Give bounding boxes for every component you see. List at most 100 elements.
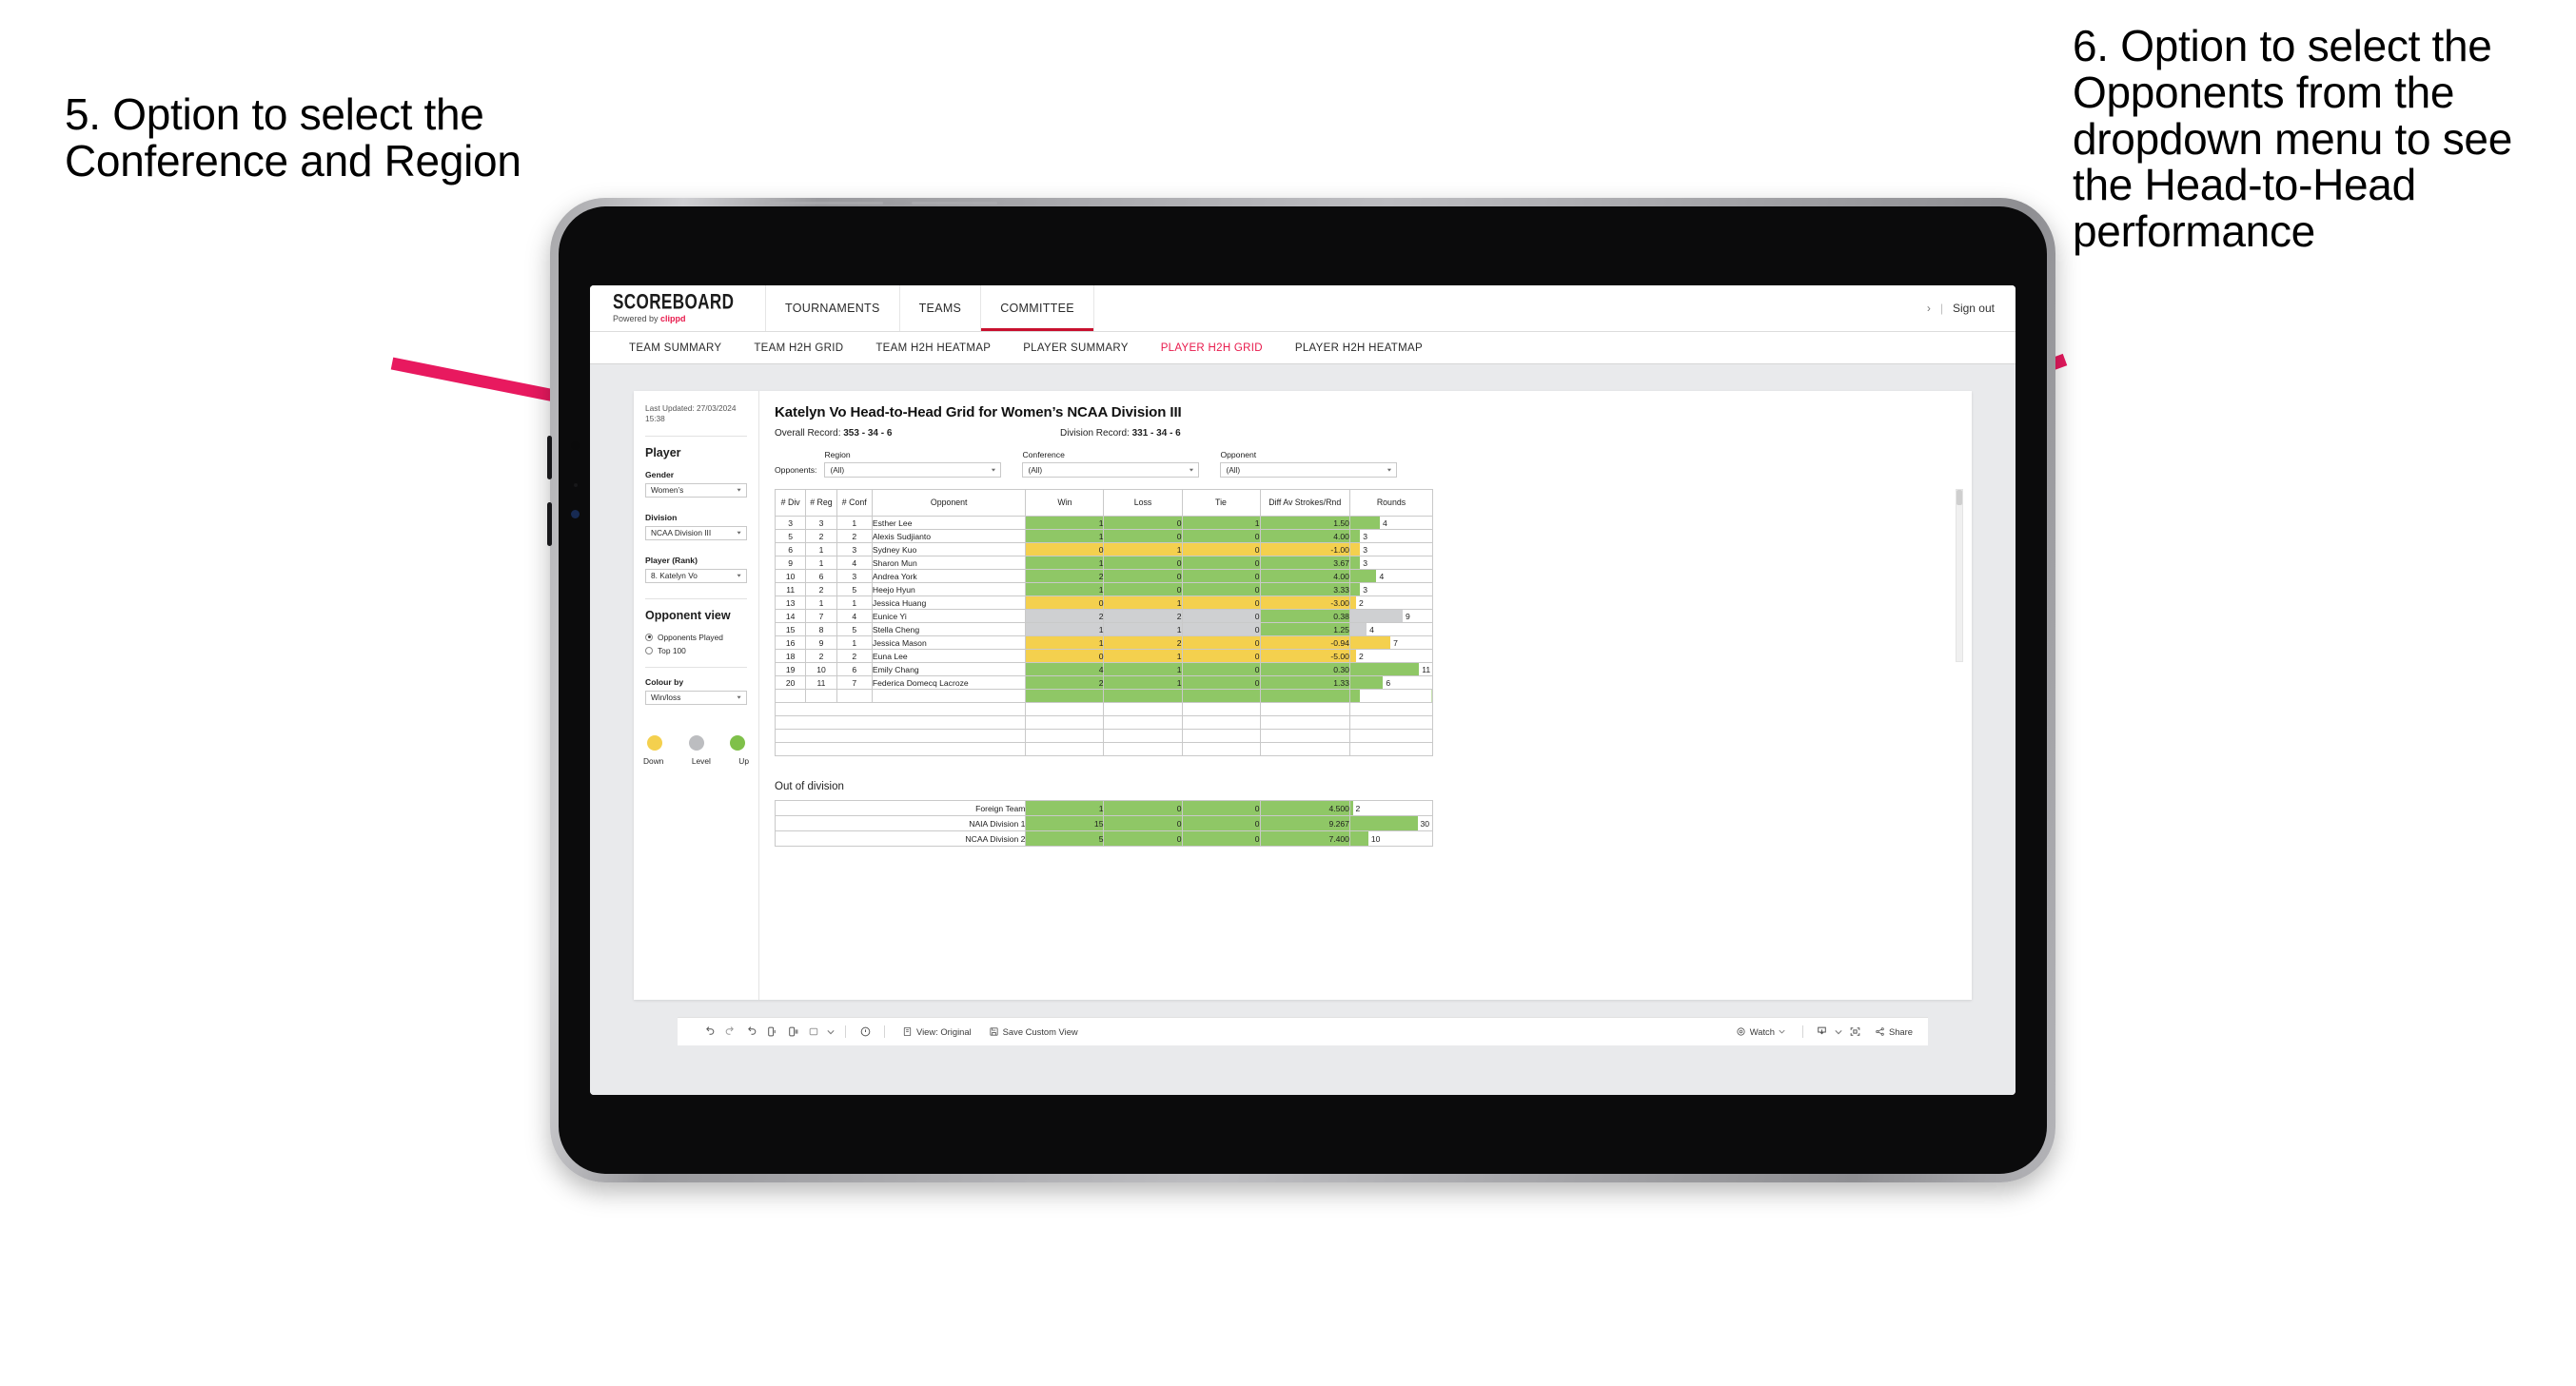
cell-diff: -3.00 [1259,595,1350,610]
save-custom-view-button[interactable]: Save Custom View [980,1026,1087,1037]
clear-sheet-icon[interactable] [803,1022,824,1043]
pause-icon[interactable] [855,1022,875,1043]
table-row[interactable]: 6 1 3 Sydney Kuo 0 1 0 -1.00 3 [774,542,1434,556]
table-row[interactable]: 19 10 6 Emily Chang 4 1 0 0.30 11 [774,662,1434,676]
player-filter-group: Player Gender Women’s ▼ Division NCAA Di… [634,446,758,583]
table-row[interactable]: 3 3 1 Esther Lee 1 0 1 1.50 4 [774,516,1434,530]
rounds-bar [1349,831,1368,846]
col-reg[interactable]: # Reg [805,489,837,517]
cell-clipped [1348,689,1434,703]
redo-icon[interactable] [719,1022,740,1043]
watch-button[interactable]: Watch [1727,1026,1794,1037]
chevron-right-icon[interactable]: › [1927,302,1931,315]
blank-cell [1259,715,1350,730]
cell-reg: 2 [805,582,837,596]
cell-diff: 0.30 [1259,662,1350,676]
table-row[interactable]: 18 2 2 Euna Lee 0 1 0 -5.00 2 [774,649,1434,663]
player-rank-select[interactable]: 8. Katelyn Vo ▼ [645,568,747,583]
col-opponent[interactable]: Opponent [871,489,1027,517]
table-row[interactable]: 16 9 1 Jessica Mason 1 2 0 -0.94 7 [774,635,1434,650]
region-filter-label: Region [824,450,851,459]
share-label: Share [1888,1026,1913,1037]
cell-diff: 3.33 [1259,582,1350,596]
pause-auto-update-icon[interactable] [782,1022,803,1043]
share-button[interactable]: Share [1866,1026,1928,1037]
table-row[interactable]: 15 8 5 Stella Cheng 1 1 0 1.25 4 [774,622,1434,636]
division-select[interactable]: NCAA Division III ▼ [645,525,747,540]
chevron-down-icon: ▼ [736,694,742,700]
cell-tie: 0 [1181,622,1261,636]
view-original-button[interactable]: View: Original [894,1026,980,1037]
fullscreen-icon[interactable] [1845,1022,1866,1043]
table-blank-row [774,715,1434,730]
cell-rounds: 3 [1348,542,1434,556]
radio-top-100[interactable]: Top 100 [645,646,747,655]
blank-cell [1103,742,1183,756]
nav-tab-committee[interactable]: COMMITTEE [981,285,1094,331]
cell-opponent: Euna Lee [871,649,1027,663]
opponent-filter-label: Opponent [1220,450,1257,459]
col-conf[interactable]: # Conf [836,489,873,517]
cell-reg: 8 [805,622,837,636]
chevron-down-icon[interactable] [1833,1022,1845,1043]
refresh-icon[interactable] [761,1022,782,1043]
subnav-team-h2h-grid[interactable]: TEAM H2H GRID [737,342,859,354]
radio-opponents-played[interactable]: Opponents Played [645,633,747,642]
sign-out-link[interactable]: Sign out [1953,302,1995,315]
col-rounds[interactable]: Rounds [1348,489,1434,517]
subnav-player-h2h-grid[interactable]: PLAYER H2H GRID [1145,342,1279,354]
gender-select[interactable]: Women’s ▼ [645,482,747,498]
colour-by-group: Colour by Win/loss ▼ [634,677,758,705]
blank-cell [774,742,1027,756]
blank-cell [1348,742,1434,756]
grid-scrollbar-thumb[interactable] [1957,490,1962,505]
table-row[interactable]: 14 7 4 Eunice Yi 2 2 0 0.38 9 [774,609,1434,623]
subnav-team-summary[interactable]: TEAM SUMMARY [613,342,737,354]
table-row[interactable]: 5 2 2 Alexis Sudjianto 1 0 0 4.00 3 [774,529,1434,543]
download-icon[interactable] [1812,1022,1833,1043]
cell-div: 18 [774,649,807,663]
col-tie[interactable]: Tie [1181,489,1261,517]
radio-icon-selected [645,633,653,641]
conference-filter-group: Conference (All) ▼ [1022,450,1200,478]
cell-win: 15 [1025,815,1105,831]
col-win[interactable]: Win [1025,489,1105,517]
chevron-down-icon[interactable] [824,1022,836,1043]
conference-filter-select[interactable]: (All) ▼ [1022,462,1200,478]
opponent-filter-select[interactable]: (All) ▼ [1220,462,1398,478]
cell-rounds: 30 [1348,815,1434,831]
region-filter-select[interactable]: (All) ▼ [824,462,1002,478]
nav-tab-teams[interactable]: TEAMS [900,285,982,331]
table-row[interactable]: NAIA Division 1 15 0 0 9.267 30 [774,815,1434,831]
blank-cell [1181,742,1261,756]
cell-win: 0 [1025,542,1105,556]
col-loss[interactable]: Loss [1103,489,1183,517]
subnav-player-h2h-heatmap[interactable]: PLAYER H2H HEATMAP [1279,342,1439,354]
col-div-label: # Div [780,498,800,508]
cell-reg: 1 [805,542,837,556]
page-title: Katelyn Vo Head-to-Head Grid for Women’s… [775,404,1182,420]
rounds-value: 2 [1358,597,1364,608]
nav-tab-tournaments[interactable]: TOURNAMENTS [766,285,900,331]
cell-opponent: Jessica Huang [871,595,1027,610]
rounds-value: 30 [1420,818,1430,829]
table-row[interactable]: NCAA Division 2 5 0 0 7.400 10 [774,830,1434,847]
col-div[interactable]: # Div [774,489,807,517]
cell-win: 1 [1025,800,1105,816]
undo-icon[interactable] [698,1022,719,1043]
colour-by-select[interactable]: Win/loss ▼ [645,690,747,705]
table-row[interactable]: Foreign Team 1 0 0 4.500 2 [774,800,1434,816]
rounds-bar [1349,816,1418,830]
revert-icon[interactable] [740,1022,761,1043]
grid-scrollbar[interactable] [1956,489,1963,662]
col-diff[interactable]: Diff Av Strokes/Rnd [1259,489,1350,517]
table-row[interactable]: 9 1 4 Sharon Mun 1 0 0 3.67 3 [774,556,1434,570]
table-row[interactable]: 10 6 3 Andrea York 2 0 0 4.00 4 [774,569,1434,583]
subnav-team-h2h-heatmap[interactable]: TEAM H2H HEATMAP [859,342,1007,354]
chevron-down-icon: ▼ [736,573,742,578]
subnav-player-summary[interactable]: PLAYER SUMMARY [1007,342,1145,354]
table-row[interactable]: 20 11 7 Federica Domecq Lacroze 2 1 0 1.33 6 [774,675,1434,690]
brand-logo[interactable]: SCOREBOARD Powered by clippd [590,285,767,331]
table-row[interactable]: 13 1 1 Jessica Huang 0 1 0 -3.00 2 [774,595,1434,610]
table-row[interactable]: 11 2 5 Heejo Hyun 1 0 0 3.33 3 [774,582,1434,596]
